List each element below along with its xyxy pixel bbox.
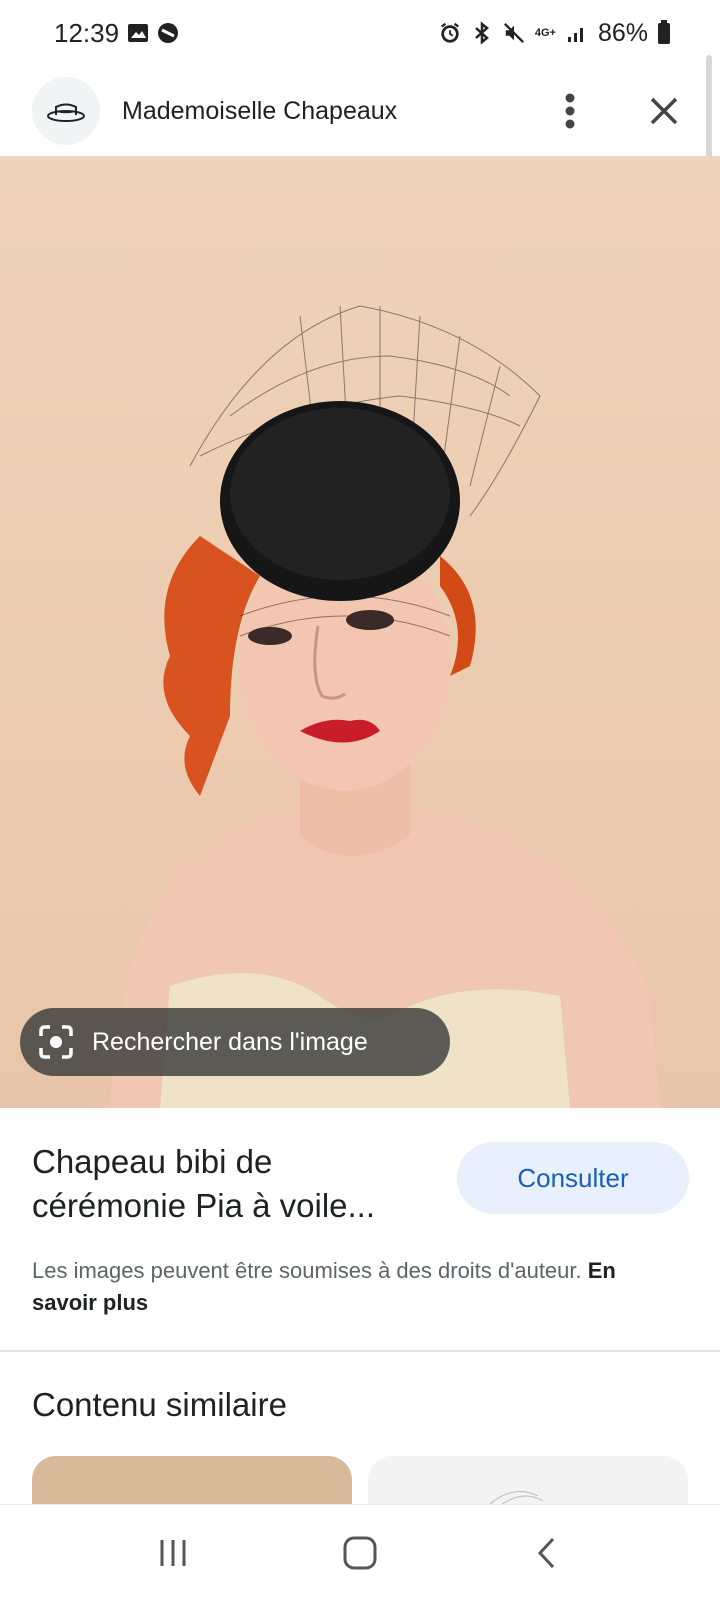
alarm-icon [439,22,461,44]
system-nav-bar [0,1504,720,1600]
site-header: Mademoiselle Chapeaux [0,66,720,156]
more-options-button[interactable] [546,87,594,135]
copyright-text: Les images peuvent être soumises à des d… [32,1258,582,1283]
more-vert-icon [565,93,575,129]
site-logo[interactable] [32,77,100,145]
search-in-image-button[interactable]: Rechercher dans l'image [20,1008,450,1076]
recent-apps-button[interactable] [143,1523,203,1583]
consult-button[interactable]: Consulter [457,1142,689,1214]
lens-icon [39,1025,73,1059]
home-button[interactable] [330,1523,390,1583]
home-icon [343,1536,377,1569]
battery-percent: 86% [597,18,648,47]
mute-icon [503,22,525,44]
status-right: 4G+ 86% [439,19,670,48]
similar-content-heading: Contenu similaire [32,1386,287,1423]
close-icon [650,97,678,125]
copyright-notice: Les images peuvent être soumises à des d… [32,1255,682,1319]
hat-icon [47,103,85,122]
result-image[interactable] [0,156,720,1108]
search-in-image-label: Rechercher dans l'image [92,1027,368,1056]
status-time: 12:39 [54,17,120,48]
model-photo [110,305,660,1108]
network-type: 4G+ [534,26,556,39]
site-name[interactable]: Mademoiselle Chapeaux [122,97,546,126]
result-title[interactable]: Chapeau bibi de cérémonie Pia à voile... [32,1140,432,1228]
signal-icon [566,22,588,44]
battery-icon [658,19,670,44]
status-left: 12:39 [54,18,179,49]
back-icon [537,1537,554,1568]
bluetooth-icon [471,21,493,45]
back-button[interactable] [517,1523,577,1583]
close-button[interactable] [640,87,688,135]
divider [0,1350,720,1352]
recent-apps-icon [160,1539,186,1566]
gallery-icon [127,22,149,44]
blocked-icon [157,22,179,44]
status-bar: 12:39 4G+ 86% [0,0,720,66]
